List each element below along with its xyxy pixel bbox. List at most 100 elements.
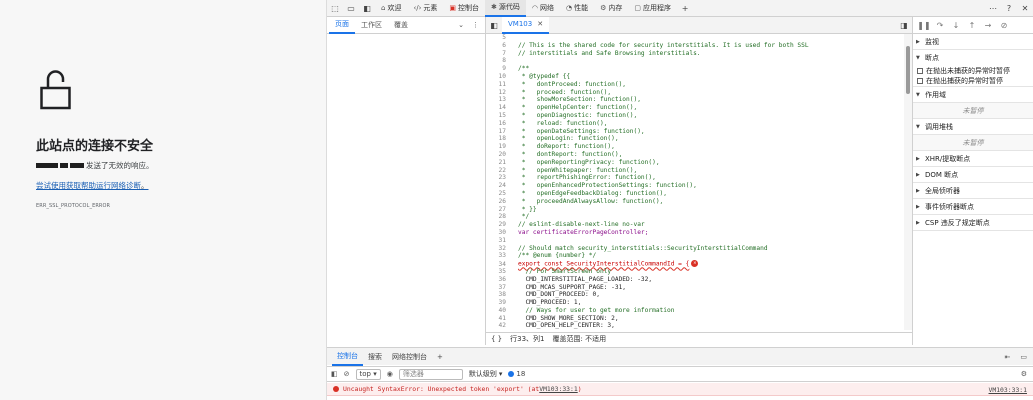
section-breakpoints[interactable]: ▼ 断点 <box>913 50 1033 66</box>
line-number[interactable]: 33 <box>486 252 506 260</box>
context-selector[interactable]: top ▾ <box>355 368 381 380</box>
code-line[interactable]: 39 CMD_PROCEED: 1, <box>486 299 904 307</box>
editor-tab-vm103[interactable]: VM103 ✕ <box>502 16 550 34</box>
close-tab-icon[interactable]: ✕ <box>537 20 543 28</box>
code-line[interactable]: 27 * }} <box>486 206 904 214</box>
help-icon[interactable]: ? <box>1001 0 1017 17</box>
line-number[interactable]: 22 <box>486 167 506 175</box>
drawer-tab-console[interactable]: 控制台 <box>332 348 363 366</box>
line-number[interactable]: 14 <box>486 104 506 112</box>
line-number[interactable]: 36 <box>486 276 506 284</box>
code-line[interactable]: 12 * proceed: function(), <box>486 89 904 97</box>
add-drawer-tab-icon[interactable]: + <box>432 348 448 366</box>
code-line[interactable]: 30 var certificateErrorPageController; <box>486 229 904 237</box>
code-line[interactable]: 5 <box>486 34 904 42</box>
nav-tab-workspace[interactable]: 工作区 <box>355 17 388 34</box>
diagnostics-link-text[interactable]: 尝试使用获取帮助运行网络诊断 <box>36 181 141 190</box>
code-line[interactable]: 19 * doReport: function(), <box>486 143 904 151</box>
step-into-icon[interactable]: ↓ <box>948 21 964 30</box>
more-options-icon[interactable]: ⋮ <box>472 21 479 29</box>
settings-icon[interactable]: ⚙ <box>1021 370 1027 378</box>
code-line[interactable]: 26 * proceedAndAlwaysAllow: function(), <box>486 198 904 206</box>
line-number[interactable]: 42 <box>486 322 506 330</box>
drawer-tab-network-console[interactable]: 网络控制台 <box>387 348 432 366</box>
checkbox[interactable] <box>917 78 923 84</box>
scrollbar-thumb[interactable] <box>906 46 910 94</box>
pause-uncaught-checkbox[interactable]: 在抛出未捕获的异常时暂停 <box>913 66 1033 76</box>
code-content[interactable]: 5 6 // This is the shared code for securit… <box>486 34 904 330</box>
error-marker-icon[interactable]: ✕ <box>691 260 699 268</box>
line-number[interactable]: 16 <box>486 120 506 128</box>
code-line[interactable]: 6 // This is the shared code for security… <box>486 42 904 50</box>
code-line[interactable]: 11 * dontProceed: function(), <box>486 81 904 89</box>
code-line[interactable]: 25 * openEdgeFeedbackDialog: function(), <box>486 190 904 198</box>
tab-performance[interactable]: ◔ 性能 <box>560 0 594 17</box>
code-line[interactable]: 8 <box>486 57 904 65</box>
line-number[interactable]: 35 <box>486 268 506 276</box>
sidebar-toggle-icon[interactable]: ◧ <box>331 370 338 378</box>
code-line[interactable]: 7 // interstitials and Safe Browsing inte… <box>486 50 904 58</box>
code-line[interactable]: 38 CMD_DONT_PROCEED: 0, <box>486 291 904 299</box>
code-line[interactable]: 34 export const SecurityInterstitialComma… <box>486 260 904 268</box>
line-number[interactable]: 9 <box>486 65 506 73</box>
line-number[interactable]: 39 <box>486 299 506 307</box>
code-line[interactable]: 31 <box>486 237 904 245</box>
eye-icon[interactable]: ◉ <box>387 370 393 378</box>
line-number[interactable]: 29 <box>486 221 506 229</box>
filter-input[interactable]: 筛选器 <box>398 368 463 380</box>
tab-network[interactable]: ◠ 网络 <box>526 0 560 17</box>
pause-icon[interactable]: ❚❚ <box>916 21 932 30</box>
add-tab-icon[interactable]: + <box>677 0 693 17</box>
section-scope[interactable]: ▼ 作用域 <box>913 87 1033 103</box>
tab-elements[interactable]: ‹/› 元素 <box>407 0 443 17</box>
code-line[interactable]: 40 // Ways for user to get more informat… <box>486 307 904 315</box>
toggle-navigator-icon[interactable]: ◧ <box>486 17 502 34</box>
line-number[interactable]: 15 <box>486 112 506 120</box>
tab-memory[interactable]: ⚙ 内存 <box>594 0 628 17</box>
code-line[interactable]: 16 * reload: function(), <box>486 120 904 128</box>
code-line[interactable]: 15 * openDiagnostic: function(), <box>486 112 904 120</box>
line-number[interactable]: 28 <box>486 213 506 221</box>
tab-welcome[interactable]: ⌂ 欢迎 <box>375 0 407 17</box>
line-number[interactable]: 6 <box>486 42 506 50</box>
step-icon[interactable]: → <box>980 21 996 30</box>
line-number[interactable]: 38 <box>486 291 506 299</box>
line-number[interactable]: 23 <box>486 174 506 182</box>
line-number[interactable]: 20 <box>486 151 506 159</box>
sidebar-toggle-icon[interactable]: ◧ <box>359 0 375 17</box>
line-number[interactable]: 13 <box>486 96 506 104</box>
pause-caught-checkbox[interactable]: 在抛出捕获的异常时暂停 <box>913 76 1033 87</box>
line-number[interactable]: 10 <box>486 73 506 81</box>
close-drawer-icon[interactable]: ▭ <box>1020 353 1027 361</box>
code-line[interactable]: 17 * openDateSettings: function(), <box>486 128 904 136</box>
error-inline-link[interactable]: VM103:33:1 <box>539 385 577 393</box>
line-number[interactable]: 41 <box>486 315 506 323</box>
close-icon[interactable]: ✕ <box>1017 0 1033 17</box>
diagnostics-link[interactable]: 尝试使用获取帮助运行网络诊断。 <box>36 180 149 191</box>
line-number[interactable]: 25 <box>486 190 506 198</box>
deactivate-breakpoints-icon[interactable]: ⊘ <box>996 21 1012 30</box>
line-number[interactable]: 8 <box>486 57 506 65</box>
log-level-selector[interactable]: 默认级别 ▾ <box>469 369 503 379</box>
toggle-debugger-icon[interactable]: ◨ <box>896 17 912 34</box>
line-number[interactable]: 5 <box>486 34 506 42</box>
code-line[interactable]: 9 /** <box>486 65 904 73</box>
nav-tab-page[interactable]: 页面 <box>329 17 355 34</box>
code-line[interactable]: 10 * @typedef {{ <box>486 73 904 81</box>
line-number[interactable]: 30 <box>486 229 506 237</box>
chevron-down-icon[interactable]: ⌄ <box>458 21 464 29</box>
scrollbar[interactable] <box>904 34 912 330</box>
code-line[interactable]: 29 // eslint-disable-next-line no-var <box>486 221 904 229</box>
dock-icon[interactable]: ⇤ <box>1005 353 1011 361</box>
code-line[interactable]: 28 */ <box>486 213 904 221</box>
code-line[interactable]: 41 CMD_SHOW_MORE_SECTION: 2, <box>486 315 904 323</box>
line-number[interactable]: 24 <box>486 182 506 190</box>
nav-tab-overrides[interactable]: 覆盖 <box>388 17 414 34</box>
step-over-icon[interactable]: ↷ <box>932 21 948 30</box>
checkbox[interactable] <box>917 68 923 74</box>
code-line[interactable]: 13 * showMoreSection: function(), <box>486 96 904 104</box>
line-number[interactable]: 32 <box>486 245 506 253</box>
line-number[interactable]: 31 <box>486 237 506 245</box>
code-line[interactable]: 20 * dontReport: function(), <box>486 151 904 159</box>
section-watch[interactable]: ▶ 监视 <box>913 34 1033 50</box>
